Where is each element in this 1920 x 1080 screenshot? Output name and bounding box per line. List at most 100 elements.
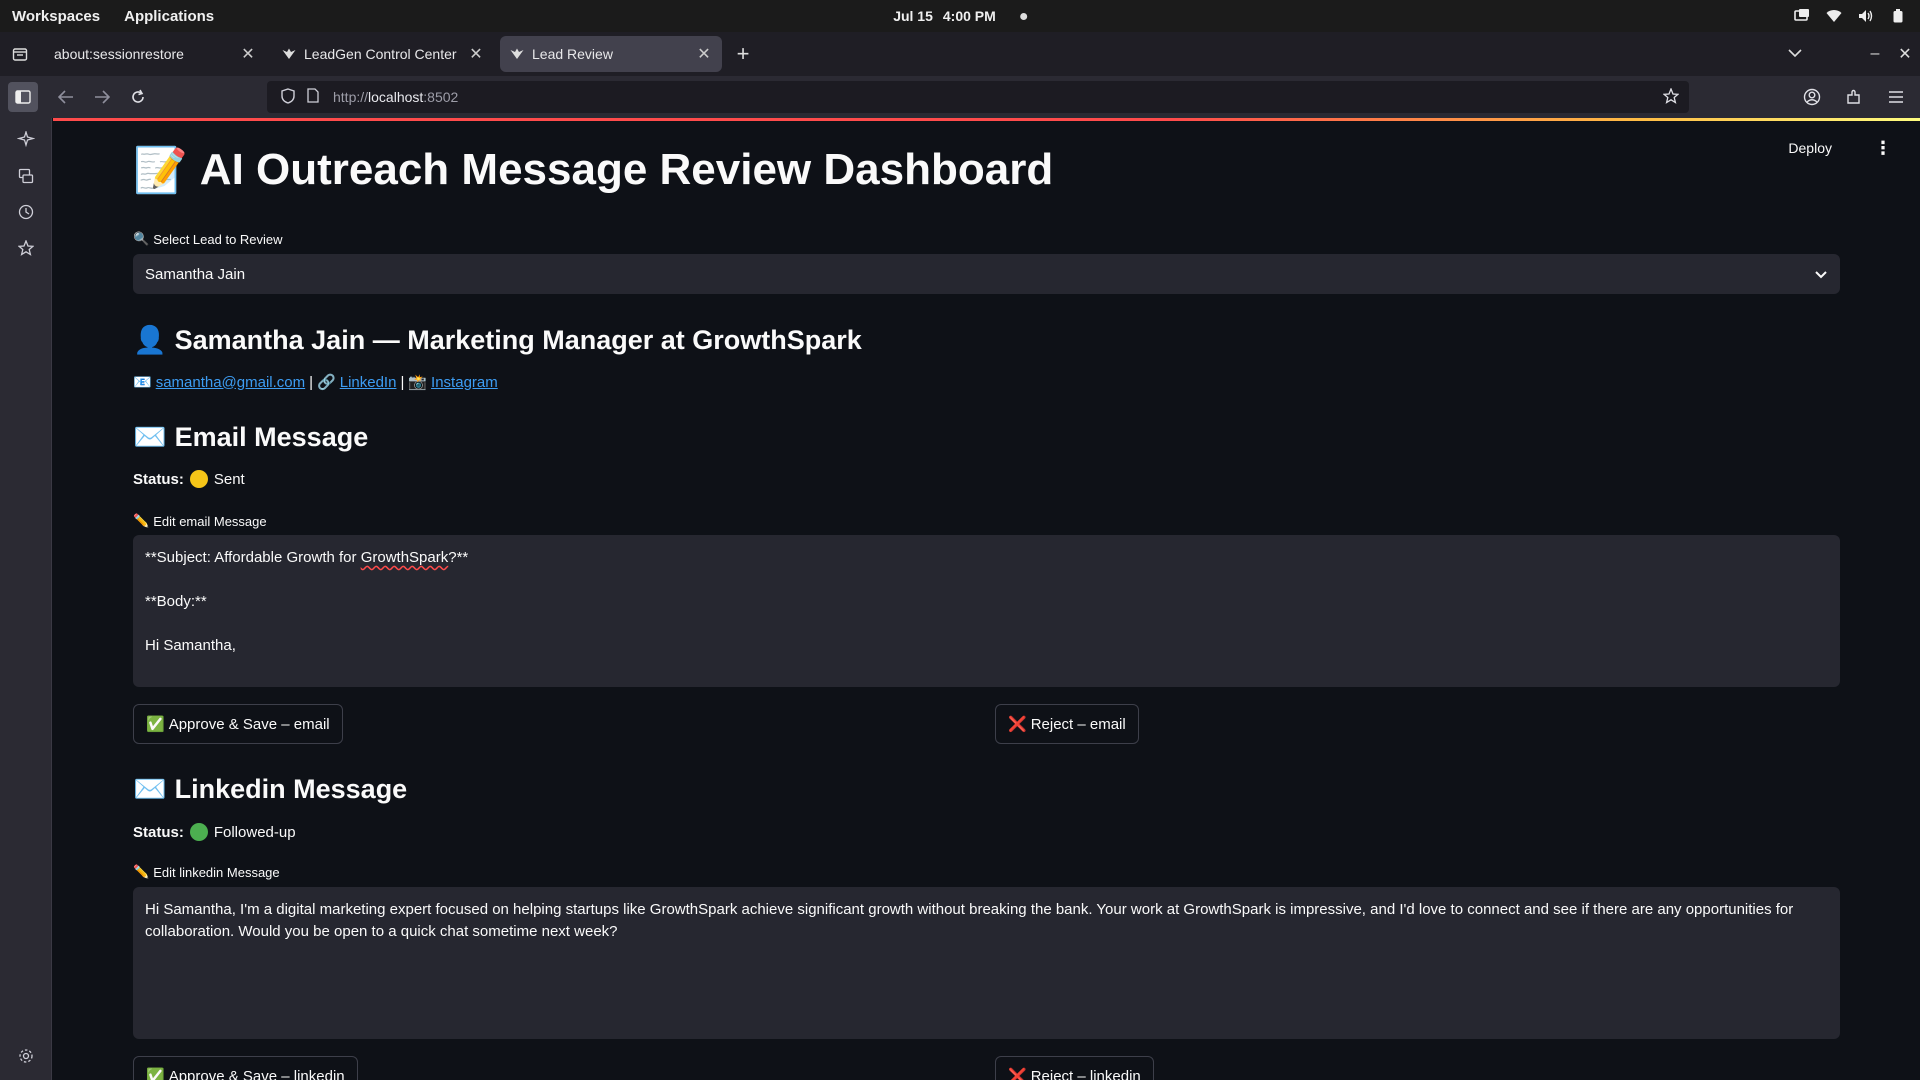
- email-body-label: **Body:**: [145, 593, 207, 610]
- pencil-emoji-icon: ✏️: [133, 513, 150, 528]
- instagram-link[interactable]: Instagram: [431, 374, 498, 391]
- linkedin-status: Status: Followed-up: [133, 821, 1840, 843]
- streamlit-decoration-bar: [53, 118, 1920, 121]
- page-title-text: AI Outreach Message Review Dashboard: [199, 145, 1054, 194]
- lead-heading: 👤 Samantha Jain — Marketing Manager at G…: [133, 322, 1840, 358]
- linkedin-message-textarea[interactable]: Hi Samantha, I'm a digital marketing exp…: [133, 887, 1840, 1039]
- select-lead-label-text: Select Lead to Review: [153, 231, 283, 247]
- status-value: Sent: [213, 470, 245, 488]
- bookmarks-icon[interactable]: [0, 230, 52, 266]
- close-window-icon[interactable]: ✕: [1890, 44, 1920, 64]
- approve-linkedin-label: Approve & Save – linkedin: [168, 1067, 345, 1080]
- reload-icon[interactable]: [122, 81, 154, 113]
- url-host: localhost: [368, 89, 424, 105]
- main-menu-kebab-icon[interactable]: ⋮: [1874, 138, 1892, 159]
- linkedin-button-row: ✅ Approve & Save – linkedin ❌ Reject – l…: [133, 1056, 1840, 1080]
- tab-leadgen-control-center[interactable]: LeadGen Control Center ✕: [272, 36, 494, 72]
- link-emoji-icon: 🔗: [317, 374, 336, 391]
- approve-linkedin-button[interactable]: ✅ Approve & Save – linkedin: [133, 1056, 358, 1080]
- list-all-tabs-icon[interactable]: [1780, 45, 1810, 63]
- linkedin-link[interactable]: LinkedIn: [340, 374, 397, 391]
- status-label: Status:: [133, 823, 184, 841]
- url-prefix: http://: [333, 89, 369, 105]
- approve-email-label: Approve & Save – email: [168, 715, 330, 733]
- wifi-icon[interactable]: [1826, 9, 1842, 23]
- browser-tab-strip: about:sessionrestore ✕ LeadGen Control C…: [0, 32, 1920, 76]
- cross-mark-icon: ❌: [1008, 716, 1027, 733]
- bookmark-star-icon[interactable]: [1662, 87, 1680, 107]
- email-status: Status: Sent: [133, 468, 1840, 490]
- edit-linkedin-label-text: Edit linkedin Message: [153, 864, 280, 880]
- applications-menu[interactable]: Applications: [124, 8, 214, 25]
- page-title: 📝 AI Outreach Message Review Dashboard: [133, 138, 1840, 202]
- edit-email-label-text: Edit email Message: [153, 513, 267, 529]
- shield-icon[interactable]: [281, 87, 295, 107]
- reject-email-label: Reject – email: [1030, 715, 1126, 733]
- linkedin-section-heading-text: Linkedin Message: [174, 773, 408, 804]
- status-value: Followed-up: [213, 823, 296, 841]
- forward-icon[interactable]: [86, 81, 118, 113]
- subject-text: **Subject: Affordable Growth for: [145, 549, 361, 566]
- subject-end: ?**: [448, 549, 469, 566]
- url-bar[interactable]: http://localhost:8502: [267, 81, 1689, 113]
- account-icon[interactable]: [1796, 81, 1828, 113]
- envelope-emoji-icon: ✉️: [133, 422, 167, 452]
- tab-session-restore[interactable]: about:sessionrestore ✕: [44, 36, 266, 72]
- separator: |: [309, 373, 314, 391]
- firefox-view-icon[interactable]: [0, 32, 40, 76]
- edit-linkedin-label: ✏️ Edit linkedin Message: [133, 863, 1840, 881]
- clock[interactable]: Jul 15 4:00 PM: [893, 8, 1027, 24]
- check-mark-icon: ✅: [146, 716, 165, 733]
- approve-email-button[interactable]: ✅ Approve & Save – email: [133, 704, 343, 744]
- reject-email-button[interactable]: ❌ Reject – email: [995, 704, 1139, 744]
- edit-email-label: ✏️ Edit email Message: [133, 512, 1840, 530]
- screen-share-icon[interactable]: [1794, 9, 1810, 23]
- lead-select[interactable]: Samantha Jain: [133, 254, 1840, 294]
- ai-chatbot-icon[interactable]: [0, 122, 52, 158]
- system-top-bar: Workspaces Applications Jul 15 4:00 PM: [0, 0, 1920, 32]
- battery-icon[interactable]: [1890, 9, 1906, 23]
- page-info-icon[interactable]: [307, 88, 319, 106]
- new-tab-button[interactable]: +: [728, 39, 758, 69]
- streamlit-app: Deploy ⋮ 📝 AI Outreach Message Review Da…: [53, 118, 1920, 1080]
- sidebar-toggle-icon[interactable]: [8, 82, 38, 112]
- chevron-down-icon: [1814, 266, 1828, 283]
- tab-label: LeadGen Control Center: [304, 46, 457, 62]
- history-icon[interactable]: [0, 194, 52, 230]
- extensions-icon[interactable]: [1838, 81, 1870, 113]
- synced-tabs-icon[interactable]: [0, 158, 52, 194]
- cross-mark-icon: ❌: [1008, 1068, 1027, 1080]
- camera-emoji-icon: 📸: [408, 374, 428, 391]
- email-subject-line: **Subject: Affordable Growth for GrowthS…: [145, 549, 468, 566]
- person-emoji-icon: 👤: [133, 325, 167, 355]
- close-tab-icon[interactable]: ✕: [240, 44, 256, 64]
- settings-gear-icon[interactable]: [0, 1038, 52, 1074]
- linkedin-section-heading: ✉️ Linkedin Message: [133, 771, 1840, 807]
- minimize-window-icon[interactable]: –: [1860, 45, 1890, 63]
- magnifier-icon: 🔍: [133, 231, 150, 246]
- email-section-heading-text: Email Message: [174, 421, 369, 452]
- email-link[interactable]: samantha@gmail.com: [156, 374, 305, 391]
- clock-date: Jul 15: [893, 8, 933, 24]
- reject-linkedin-button[interactable]: ❌ Reject – linkedin: [995, 1056, 1154, 1080]
- streamlit-favicon-icon: [282, 47, 296, 61]
- reject-linkedin-label: Reject – linkedin: [1030, 1067, 1141, 1080]
- tab-label: Lead Review: [532, 46, 613, 62]
- email-message-textarea[interactable]: **Subject: Affordable Growth for GrowthS…: [133, 535, 1840, 687]
- envelope-emoji-icon: ✉️: [133, 774, 167, 804]
- tab-lead-review[interactable]: Lead Review ✕: [500, 36, 722, 72]
- close-tab-icon[interactable]: ✕: [696, 44, 712, 64]
- status-label: Status:: [133, 470, 184, 488]
- yellow-circle-icon: [189, 470, 208, 488]
- close-tab-icon[interactable]: ✕: [468, 44, 484, 64]
- browser-nav-bar: http://localhost:8502: [0, 76, 1920, 118]
- separator: |: [400, 373, 405, 391]
- pencil-emoji-icon: ✏️: [133, 864, 150, 879]
- workspaces-menu[interactable]: Workspaces: [12, 8, 100, 25]
- url-text: http://localhost:8502: [333, 89, 458, 105]
- lead-heading-text: Samantha Jain — Marketing Manager at Gro…: [174, 324, 862, 355]
- back-icon[interactable]: [50, 81, 82, 113]
- lead-contacts: 📧 samantha@gmail.com | 🔗 LinkedIn | 📸 In…: [133, 371, 1840, 393]
- volume-icon[interactable]: [1858, 9, 1874, 23]
- hamburger-menu-icon[interactable]: [1880, 81, 1912, 113]
